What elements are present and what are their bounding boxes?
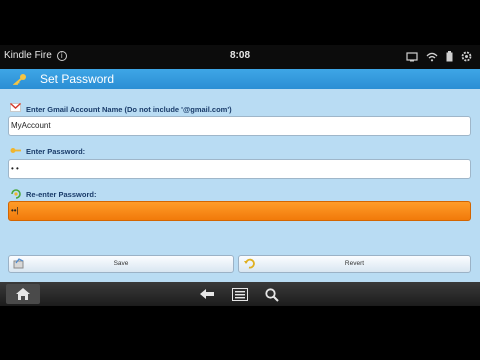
save-label: Save [113,260,129,267]
password-input[interactable]: • • [8,159,471,179]
action-bar: Set Password [0,69,480,89]
status-icons [406,51,472,62]
gmail-icon [10,103,21,112]
refresh-key-icon [11,189,21,199]
search-icon[interactable] [265,288,279,302]
wifi-icon [426,52,438,61]
revert-label: Revert [344,260,365,267]
status-bar: Kindle Fire i 8:08 [0,45,480,69]
reenter-input[interactable]: ••| [8,201,471,221]
letterbox-top [0,0,480,45]
account-label: Enter Gmail Account Name (Do not include… [26,105,232,114]
back-icon[interactable] [199,288,215,300]
revert-icon [244,258,255,269]
revert-button[interactable]: Revert [238,255,471,273]
settings-icon[interactable] [461,51,472,62]
letterbox-bottom [0,306,480,360]
key-icon [10,148,21,153]
menu-icon[interactable] [232,288,248,301]
reenter-label: Re-enter Password: [26,190,97,199]
key-icon [13,74,26,85]
home-icon [16,288,30,300]
password-label: Enter Password: [26,147,86,156]
account-input[interactable]: MyAccount [8,116,471,136]
nav-bar [0,282,480,306]
form-area: Enter Gmail Account Name (Do not include… [0,89,480,282]
home-button[interactable] [6,284,40,304]
page-title: Set Password [40,72,115,86]
save-icon [13,258,24,269]
save-button[interactable]: Save [8,255,234,273]
cast-icon [406,51,418,61]
battery-icon [446,51,453,62]
